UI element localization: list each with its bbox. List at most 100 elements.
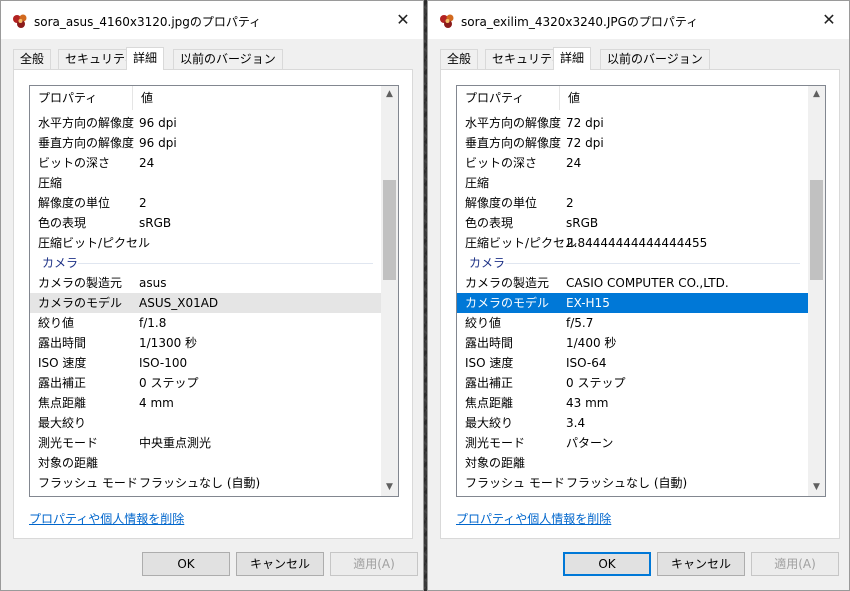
property-row[interactable]: 圧縮ビット/ピクセル <box>30 233 381 253</box>
tab-general[interactable]: 全般 <box>440 49 479 69</box>
scroll-up-icon[interactable]: ▲ <box>381 86 398 103</box>
property-row[interactable]: 測光モード 中央重点測光 <box>30 433 381 453</box>
property-row[interactable]: 焦点距離 43 mm <box>457 393 808 413</box>
group-label: カメラ <box>42 256 79 270</box>
ok-button[interactable]: OK <box>142 552 230 576</box>
close-icon[interactable]: ✕ <box>383 1 423 39</box>
apply-button[interactable]: 適用(A) <box>751 552 839 576</box>
property-value: フラッシュなし (自動) <box>139 476 261 490</box>
property-row[interactable]: 垂直方向の解像度 72 dpi <box>457 133 808 153</box>
cancel-button[interactable]: キャンセル <box>236 552 324 576</box>
column-header-property[interactable]: プロパティ <box>457 86 560 110</box>
dialog-title: sora_exilim_4320x3240.JPGのプロパティ <box>461 15 699 29</box>
property-row[interactable]: 焦点距離 4 mm <box>30 393 381 413</box>
property-row[interactable]: ビットの深さ 24 <box>30 153 381 173</box>
photo-properties-icon <box>13 14 27 28</box>
tab-details[interactable]: 詳細 <box>553 47 592 70</box>
property-value: 0 ステップ <box>139 376 199 390</box>
property-row[interactable]: 圧縮 <box>457 173 808 193</box>
property-row[interactable]: カメラのモデル ASUS_X01AD <box>30 293 381 313</box>
property-row[interactable]: 対象の距離 <box>457 453 808 473</box>
scroll-up-icon[interactable]: ▲ <box>808 86 825 103</box>
property-row[interactable]: 圧縮 <box>30 173 381 193</box>
property-value: 72 dpi <box>566 136 604 150</box>
property-value: 中央重点測光 <box>139 436 212 450</box>
property-row[interactable]: 解像度の単位 2 <box>30 193 381 213</box>
title-bar[interactable]: sora_exilim_4320x3240.JPGのプロパティ ✕ <box>428 1 849 39</box>
property-row[interactable]: フラッシュ モード フラッシュなし (自動) <box>30 473 381 493</box>
property-name: ISO 速度 <box>465 356 514 370</box>
property-rows: 水平方向の解像度 96 dpi 垂直方向の解像度 96 dpi ビットの深さ 24 圧縮 解像… <box>30 113 381 493</box>
tab-bar: 全般 セキュリティ 詳細 以前のバージョン <box>440 47 840 70</box>
property-value: 4 mm <box>139 396 174 410</box>
property-name: 測光モード <box>465 436 526 450</box>
property-row[interactable]: 色の表現 sRGB <box>457 213 808 233</box>
scrollbar-thumb[interactable] <box>383 180 396 281</box>
property-row[interactable]: ISO 速度 ISO-64 <box>457 353 808 373</box>
property-row[interactable]: カメラの製造元 CASIO COMPUTER CO.,LTD. <box>457 273 808 293</box>
scroll-down-icon[interactable]: ▼ <box>381 479 398 496</box>
property-row[interactable]: 垂直方向の解像度 96 dpi <box>30 133 381 153</box>
property-row[interactable]: ISO 速度 ISO-100 <box>30 353 381 373</box>
title-bar[interactable]: sora_asus_4160x3120.jpgのプロパティ ✕ <box>1 1 423 39</box>
property-list[interactable]: プロパティ 値 水平方向の解像度 96 dpi 垂直方向の解像度 96 dpi ビットの… <box>29 85 399 497</box>
tab-details[interactable]: 詳細 <box>126 47 165 70</box>
property-value: 1/400 秒 <box>566 336 617 350</box>
property-row[interactable]: 色の表現 sRGB <box>30 213 381 233</box>
scroll-down-icon[interactable]: ▼ <box>808 479 825 496</box>
property-name: 水平方向の解像度 <box>465 116 562 130</box>
property-row[interactable]: 水平方向の解像度 96 dpi <box>30 113 381 133</box>
property-name: 解像度の単位 <box>38 196 111 210</box>
column-header-value[interactable]: 値 <box>560 86 580 110</box>
property-row[interactable]: 絞り値 f/1.8 <box>30 313 381 333</box>
apply-button[interactable]: 適用(A) <box>330 552 418 576</box>
property-list[interactable]: プロパティ 値 水平方向の解像度 72 dpi 垂直方向の解像度 72 dpi ビットの… <box>456 85 826 497</box>
property-row[interactable]: カメラのモデル EX-H15 <box>457 293 808 313</box>
property-row[interactable]: フラッシュ モード フラッシュなし (自動) <box>457 473 808 493</box>
property-row[interactable]: ビットの深さ 24 <box>457 153 808 173</box>
property-name: 絞り値 <box>465 316 502 330</box>
property-value: 2 <box>139 196 147 210</box>
property-row[interactable]: 対象の距離 <box>30 453 381 473</box>
property-name: 色の表現 <box>465 216 514 230</box>
column-header-property[interactable]: プロパティ <box>30 86 133 110</box>
property-row[interactable]: 最大絞り 3.4 <box>457 413 808 433</box>
tab-previous-versions[interactable]: 以前のバージョン <box>173 49 283 69</box>
property-value: 3.4 <box>566 416 586 430</box>
property-row[interactable]: 最大絞り <box>30 413 381 433</box>
cancel-button[interactable]: キャンセル <box>657 552 745 576</box>
property-row[interactable]: 測光モード パターン <box>457 433 808 453</box>
property-name: 最大絞り <box>38 416 87 430</box>
property-value: 72 dpi <box>566 116 604 130</box>
tab-previous-versions[interactable]: 以前のバージョン <box>600 49 710 69</box>
property-value: 2.84444444444444455 <box>566 236 708 250</box>
column-header-value[interactable]: 値 <box>133 86 153 110</box>
vertical-scrollbar[interactable]: ▲ ▼ <box>381 86 398 496</box>
property-row[interactable]: 圧縮ビット/ピクセル 2.84444444444444455 <box>457 233 808 253</box>
property-value: 2 <box>566 196 574 210</box>
property-name: ビットの深さ <box>465 156 538 170</box>
property-row[interactable]: 絞り値 f/5.7 <box>457 313 808 333</box>
property-name: カメラのモデル <box>465 296 550 310</box>
property-value: 43 mm <box>566 396 609 410</box>
property-row[interactable]: カメラの製造元 asus <box>30 273 381 293</box>
property-name: 対象の距離 <box>465 456 526 470</box>
ok-button[interactable]: OK <box>563 552 651 576</box>
photo-properties-icon <box>440 14 454 28</box>
list-header: プロパティ 値 <box>30 86 381 110</box>
property-row[interactable]: 露出時間 1/1300 秒 <box>30 333 381 353</box>
property-row[interactable]: 解像度の単位 2 <box>457 193 808 213</box>
remove-properties-link[interactable]: プロパティや個人情報を削除 <box>29 510 184 527</box>
property-value: パターン <box>566 436 614 450</box>
vertical-scrollbar[interactable]: ▲ ▼ <box>808 86 825 496</box>
property-row[interactable]: 露出補正 0 ステップ <box>30 373 381 393</box>
scrollbar-thumb[interactable] <box>810 180 823 281</box>
property-row[interactable]: 露出補正 0 ステップ <box>457 373 808 393</box>
close-icon[interactable]: ✕ <box>809 1 849 39</box>
property-row[interactable]: 露出時間 1/400 秒 <box>457 333 808 353</box>
property-name: 垂直方向の解像度 <box>38 136 135 150</box>
tab-general[interactable]: 全般 <box>13 49 52 69</box>
remove-properties-link[interactable]: プロパティや個人情報を削除 <box>456 510 611 527</box>
property-value: 96 dpi <box>139 116 177 130</box>
property-row[interactable]: 水平方向の解像度 72 dpi <box>457 113 808 133</box>
